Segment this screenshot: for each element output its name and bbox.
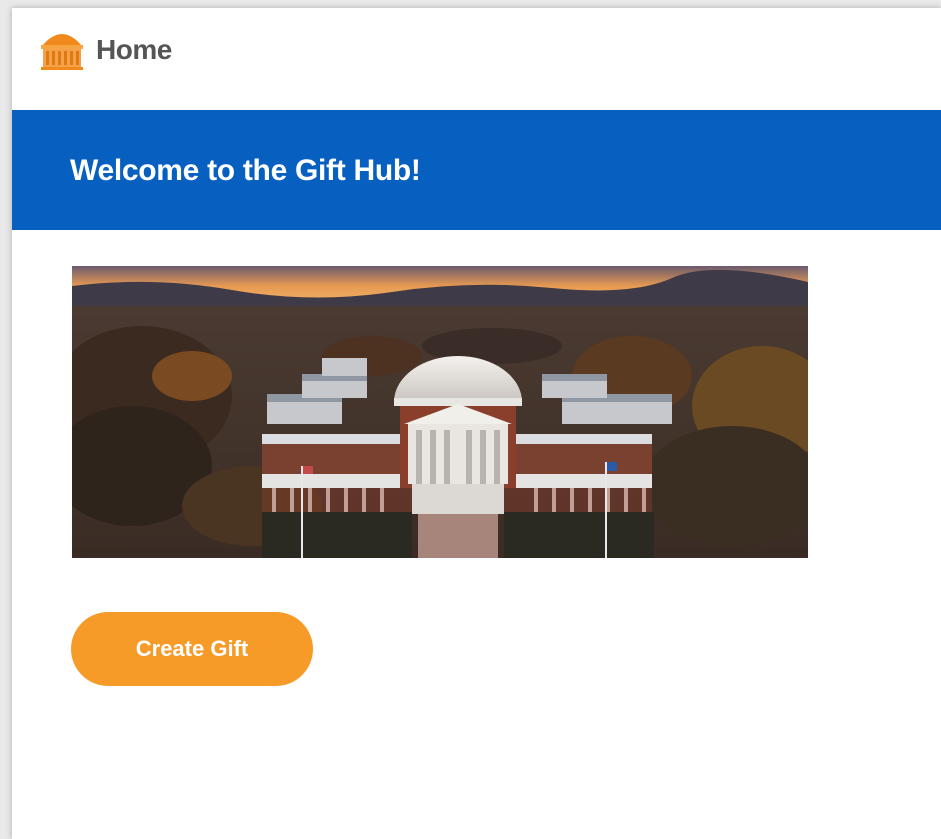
home-panel: Home Welcome to the Gift Hub! Create Gif… [12, 8, 941, 839]
banner-title: Welcome to the Gift Hub! [70, 154, 421, 187]
welcome-banner: Welcome to the Gift Hub! [12, 110, 941, 230]
rotunda-logo-icon [38, 24, 86, 72]
window-background: Home Welcome to the Gift Hub! Create Gif… [0, 0, 941, 839]
campus-rotunda-photo [72, 266, 808, 558]
header-bar: Home [12, 8, 941, 106]
create-gift-button[interactable]: Create Gift [71, 612, 313, 686]
page-title: Home [96, 34, 172, 65]
